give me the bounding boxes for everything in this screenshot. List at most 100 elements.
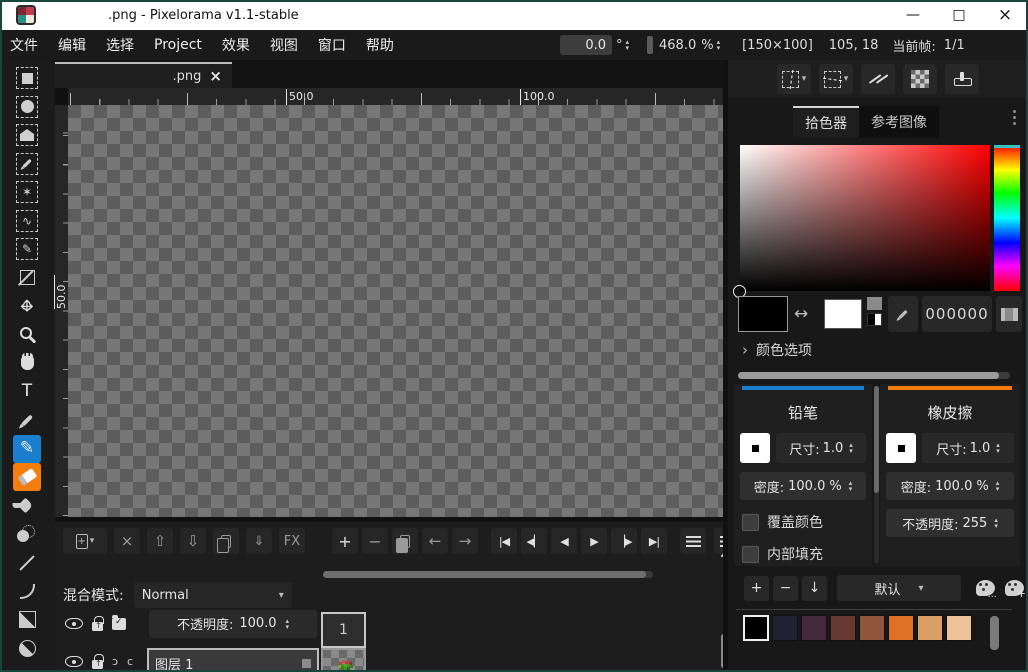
horizontal-mirror-button[interactable]: ▾ (777, 64, 811, 94)
zoom-tool[interactable] (13, 321, 41, 349)
rectangle-select-tool[interactable] (13, 64, 41, 92)
frame-list-button[interactable] (680, 528, 706, 554)
eraser-tool[interactable] (13, 463, 41, 491)
overwrite-color-checkbox[interactable] (742, 514, 759, 531)
pencil-size-spinbox[interactable]: 尺寸:1.0 ▴▾ (776, 433, 866, 463)
menu-file[interactable]: 文件 (0, 35, 48, 55)
default-colors-icon[interactable] (867, 297, 882, 310)
tab-reference-images[interactable]: 参考图像 (859, 106, 939, 138)
hue-cursor[interactable] (994, 145, 1020, 148)
drawing-canvas[interactable] (68, 105, 728, 517)
swap-colors-icon[interactable]: ↔ (794, 304, 808, 324)
layer1-lock-icon[interactable] (92, 660, 103, 669)
canvas-tab[interactable]: .png × (55, 62, 232, 88)
eraser-density-slider[interactable]: 密度:100.0 %▴▾ (886, 472, 1014, 500)
layer-row[interactable]: ɔ c 图层 1 (65, 654, 133, 669)
palette-swatch[interactable] (772, 615, 798, 641)
play-backwards-button[interactable]: ◀ (551, 528, 577, 554)
crop-tool[interactable] (13, 264, 41, 292)
cel-thumbnail[interactable] (321, 648, 366, 672)
vertical-mirror-button[interactable]: ▾ (819, 64, 853, 94)
play-button[interactable]: ▶ (581, 528, 607, 554)
menu-project[interactable]: Project (144, 37, 212, 53)
palette-swatch[interactable] (946, 615, 972, 641)
edit-palette-button[interactable] (973, 576, 998, 601)
curve-tool[interactable] (13, 577, 41, 605)
tool-options-scrollbar[interactable] (874, 386, 879, 564)
layer1-visibility-icon[interactable] (65, 656, 83, 667)
pixel-perfect-button[interactable] (861, 64, 895, 94)
eraser-opacity-slider[interactable]: 不透明度:255 ▴▾ (886, 509, 1014, 537)
palette-swatch[interactable] (743, 615, 769, 641)
hue-slider[interactable] (994, 145, 1020, 291)
palette-select[interactable]: 默认▾ (837, 575, 961, 601)
palette-swatch[interactable] (917, 615, 943, 641)
link-cels-icon[interactable] (112, 618, 126, 630)
hex-color-field[interactable]: 000000 (922, 296, 992, 332)
blend-mode-select[interactable]: Normal▾ (134, 582, 292, 608)
next-frame-button[interactable]: ▕▶ (611, 528, 637, 554)
palette-scrollbar[interactable] (990, 616, 999, 650)
lasso-tool[interactable]: ∿ (13, 207, 41, 235)
layer-visibility-icon[interactable] (65, 618, 83, 629)
ellipse-select-tool[interactable] (13, 93, 41, 121)
horizontal-ruler[interactable]: 50.0 100.0 (68, 88, 728, 105)
fx-button[interactable]: FX (279, 528, 305, 554)
merge-layer-button[interactable]: ⇓ (246, 528, 272, 554)
tab-close-icon[interactable]: × (209, 67, 222, 85)
eraser-brush-button[interactable] (886, 433, 916, 463)
palette-swatch[interactable] (859, 615, 885, 641)
remove-frame-button[interactable]: − (362, 528, 388, 554)
menu-window[interactable]: 窗口 (308, 35, 356, 55)
secondary-color-swatch[interactable] (824, 299, 862, 329)
magic-wand-tool[interactable]: ✶ (13, 178, 41, 206)
rotation-spinbox[interactable]: 0.0 (560, 35, 612, 55)
menu-effects[interactable]: 效果 (212, 35, 260, 55)
palette-swatch[interactable] (830, 615, 856, 641)
eyedropper-button[interactable] (888, 296, 918, 332)
saturation-value-picker[interactable] (740, 145, 990, 291)
tab-color-picker[interactable]: 拾色器 (793, 106, 859, 138)
ellipse-tool[interactable] (13, 634, 41, 662)
eraser-size-spinbox[interactable]: 尺寸:1.0 ▴▾ (922, 433, 1014, 463)
line-tool[interactable] (13, 549, 41, 577)
zoom-value[interactable]: 468.0 (659, 38, 696, 53)
add-layer-button[interactable]: +▾ (63, 528, 107, 554)
last-frame-button[interactable]: ▶| (641, 528, 667, 554)
move-layer-up-button[interactable]: ⇧ (147, 528, 173, 554)
menu-view[interactable]: 视图 (260, 35, 308, 55)
rotation-stepper-icon[interactable]: ▴▾ (626, 39, 630, 51)
picker-scrollbar[interactable] (738, 372, 1010, 379)
bucket-tool[interactable] (13, 492, 41, 520)
link-layer-icon[interactable]: c (127, 655, 133, 668)
move-frame-right-button[interactable]: → (452, 528, 478, 554)
clone-layer-button[interactable] (213, 528, 239, 554)
sort-palette-button[interactable]: ↓ (802, 576, 827, 601)
pencil-tool[interactable]: ✎ (13, 435, 41, 463)
vertical-ruler[interactable]: 50.0 (55, 105, 68, 517)
paint-select-tool[interactable]: ✎ (13, 235, 41, 263)
color-select-tool[interactable] (13, 150, 41, 178)
overwrite-color-row[interactable]: 覆盖颜色 (742, 512, 872, 532)
polygon-select-tool[interactable] (13, 121, 41, 149)
color-mode-button[interactable] (996, 296, 1022, 332)
zoom-stepper-icon[interactable]: ▴▾ (717, 39, 721, 51)
move-frame-left-button[interactable]: ← (422, 528, 448, 554)
pencil-brush-button[interactable] (740, 433, 770, 463)
black-white-reset-icon[interactable] (867, 313, 882, 326)
pan-tool[interactable] (13, 349, 41, 377)
new-palette-button[interactable] (1002, 576, 1027, 601)
previous-frame-button[interactable]: ◀▏ (521, 528, 547, 554)
menu-edit[interactable]: 编辑 (48, 35, 96, 55)
dynamics-button[interactable] (945, 64, 979, 94)
palette-swatch[interactable] (888, 615, 914, 641)
color-picker-tool[interactable] (13, 406, 41, 434)
timeline-scrollbar[interactable] (323, 571, 653, 578)
layer-lock-icon[interactable] (92, 622, 103, 631)
fill-inside-row[interactable]: 内部填充 (742, 544, 872, 564)
primary-color-swatch[interactable] (738, 296, 788, 332)
add-color-button[interactable]: + (744, 576, 769, 601)
maximize-button[interactable]: □ (936, 0, 982, 30)
layer-name-field[interactable]: 图层 1 (147, 648, 319, 672)
remove-layer-button[interactable]: × (114, 528, 140, 554)
